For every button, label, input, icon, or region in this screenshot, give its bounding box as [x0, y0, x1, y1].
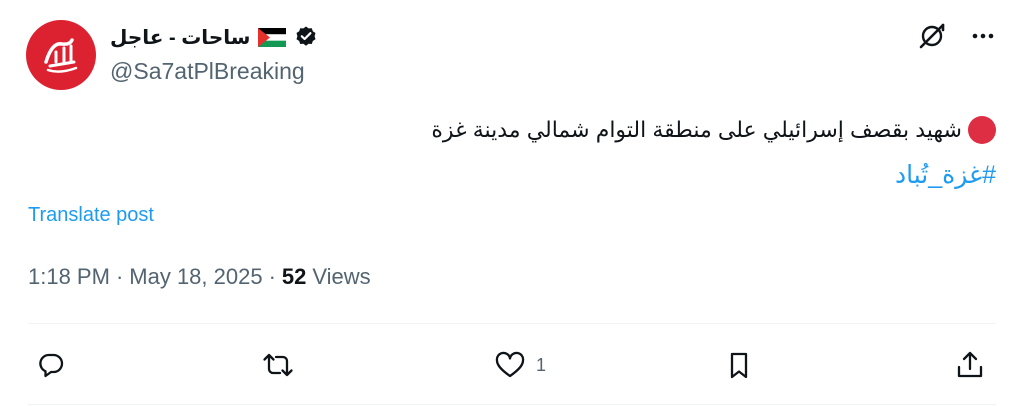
share-button[interactable]: [954, 345, 986, 385]
bookmark-button[interactable]: [724, 345, 754, 385]
divider: [28, 323, 996, 324]
avatar[interactable]: [26, 20, 96, 90]
post-action-bar: 1: [28, 345, 996, 385]
translate-post-link[interactable]: Translate post: [28, 204, 154, 227]
post-text: شهيد بقصف إسرائيلي على منطقة التوام شمال…: [431, 117, 962, 142]
post-time[interactable]: 1:18 PM: [28, 264, 110, 290]
reply-icon: [36, 350, 66, 380]
repost-icon: [262, 350, 294, 380]
views-label: Views: [312, 264, 371, 289]
heart-icon: [494, 350, 526, 380]
views-count[interactable]: 52: [282, 264, 306, 290]
like-button[interactable]: 1: [494, 345, 546, 385]
share-icon: [954, 349, 986, 381]
palestine-flag-icon: [258, 27, 287, 47]
repost-button[interactable]: [262, 345, 294, 385]
post-meta: 1:18 PM · May 18, 2025 · 52 Views: [28, 264, 371, 290]
meta-separator: ·: [115, 264, 124, 289]
meta-separator: ·: [268, 264, 276, 289]
more-icon[interactable]: [970, 23, 996, 49]
post-hashtag-link[interactable]: #غزة_تُباد: [895, 160, 996, 190]
reply-button[interactable]: [36, 345, 66, 385]
like-count: 1: [536, 354, 547, 375]
bookmark-icon: [724, 350, 754, 380]
red-circle-icon: [968, 116, 996, 144]
avatar-logo-icon: [44, 38, 78, 73]
post-date[interactable]: May 18, 2025: [129, 264, 262, 290]
author-display-name[interactable]: ساحات - عاجل: [110, 25, 250, 50]
author-handle[interactable]: @Sa7atPlBreaking: [110, 58, 305, 85]
divider: [28, 404, 996, 405]
grok-icon[interactable]: [918, 22, 946, 50]
verified-badge-icon[interactable]: [294, 25, 318, 49]
post-top-actions: [918, 22, 996, 50]
author-name-row: ساحات - عاجل: [110, 22, 318, 52]
post-text-line: شهيد بقصف إسرائيلي على منطقة التوام شمال…: [431, 116, 996, 144]
